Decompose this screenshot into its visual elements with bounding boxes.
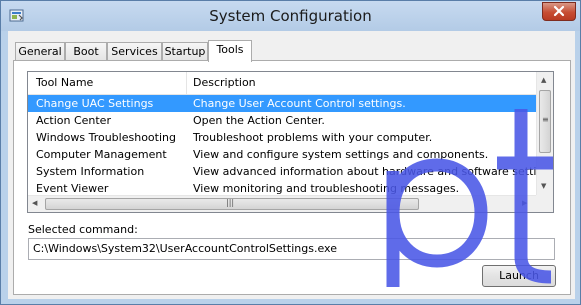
tool-name: Action Center bbox=[36, 114, 111, 127]
tool-name: Change UAC Settings bbox=[36, 97, 154, 110]
horizontal-scrollbar[interactable]: ◀ ||| ▶ bbox=[28, 195, 536, 212]
tab-general[interactable]: General bbox=[15, 42, 65, 60]
selected-command-label: Selected command: bbox=[28, 223, 138, 236]
tool-row[interactable]: System Information View advanced informa… bbox=[28, 163, 553, 180]
listview-header: Tool Name Description bbox=[28, 72, 536, 95]
scroll-left-arrow-icon[interactable]: ◀ bbox=[32, 199, 37, 207]
system-configuration-window: System Configuration General Boot Servic… bbox=[0, 0, 581, 305]
tab-tools[interactable]: Tools bbox=[208, 40, 252, 62]
title-bar[interactable]: System Configuration bbox=[1, 1, 580, 31]
tab-startup[interactable]: Startup bbox=[162, 42, 208, 60]
window-title: System Configuration bbox=[209, 7, 372, 25]
tool-row[interactable]: Action Center Open the Action Center. bbox=[28, 112, 536, 129]
tool-description: Change User Account Control settings. bbox=[193, 97, 406, 110]
column-header-description[interactable]: Description bbox=[193, 76, 256, 89]
tab-boot[interactable]: Boot bbox=[65, 42, 107, 60]
tool-row[interactable]: Computer Management View and configure s… bbox=[28, 146, 536, 163]
tools-listview[interactable]: Tool Name Description Change UAC Setting… bbox=[27, 71, 554, 213]
scroll-down-arrow-icon[interactable]: ▼ bbox=[541, 182, 546, 190]
tool-row[interactable]: Windows Troubleshooting Troubleshoot pro… bbox=[28, 129, 536, 146]
scroll-up-arrow-icon[interactable]: ▲ bbox=[541, 76, 546, 84]
tool-description: View and configure system settings and c… bbox=[193, 148, 489, 161]
grip-icon: ||| bbox=[226, 198, 235, 207]
tool-name: System Information bbox=[36, 165, 145, 178]
tool-name: Windows Troubleshooting bbox=[36, 131, 176, 144]
scroll-right-arrow-icon[interactable]: ▶ bbox=[522, 199, 527, 207]
column-header-tool-name[interactable]: Tool Name bbox=[36, 76, 93, 89]
vertical-scroll-thumb[interactable]: ≡ bbox=[539, 90, 551, 153]
close-icon bbox=[553, 5, 565, 17]
column-divider[interactable] bbox=[186, 72, 187, 94]
vertical-scrollbar[interactable]: ▲ ≡ ▼ bbox=[536, 72, 553, 195]
tool-description: Open the Action Center. bbox=[193, 114, 325, 127]
tab-services[interactable]: Services bbox=[107, 42, 162, 60]
horizontal-scroll-thumb[interactable]: ||| bbox=[45, 198, 419, 210]
tool-description: View advanced information about hardware… bbox=[193, 165, 554, 178]
tool-description: Troubleshoot problems with your computer… bbox=[193, 131, 433, 144]
scrollbar-corner bbox=[536, 195, 553, 212]
tool-row[interactable]: Change UAC Settings Change User Account … bbox=[28, 95, 536, 112]
tool-name: Computer Management bbox=[36, 148, 167, 161]
launch-button[interactable]: Launch bbox=[482, 265, 556, 287]
grip-icon: ≡ bbox=[542, 115, 549, 124]
selected-command-field[interactable]: C:\Windows\System32\UserAccountControlSe… bbox=[28, 238, 555, 260]
close-button[interactable] bbox=[542, 2, 576, 21]
